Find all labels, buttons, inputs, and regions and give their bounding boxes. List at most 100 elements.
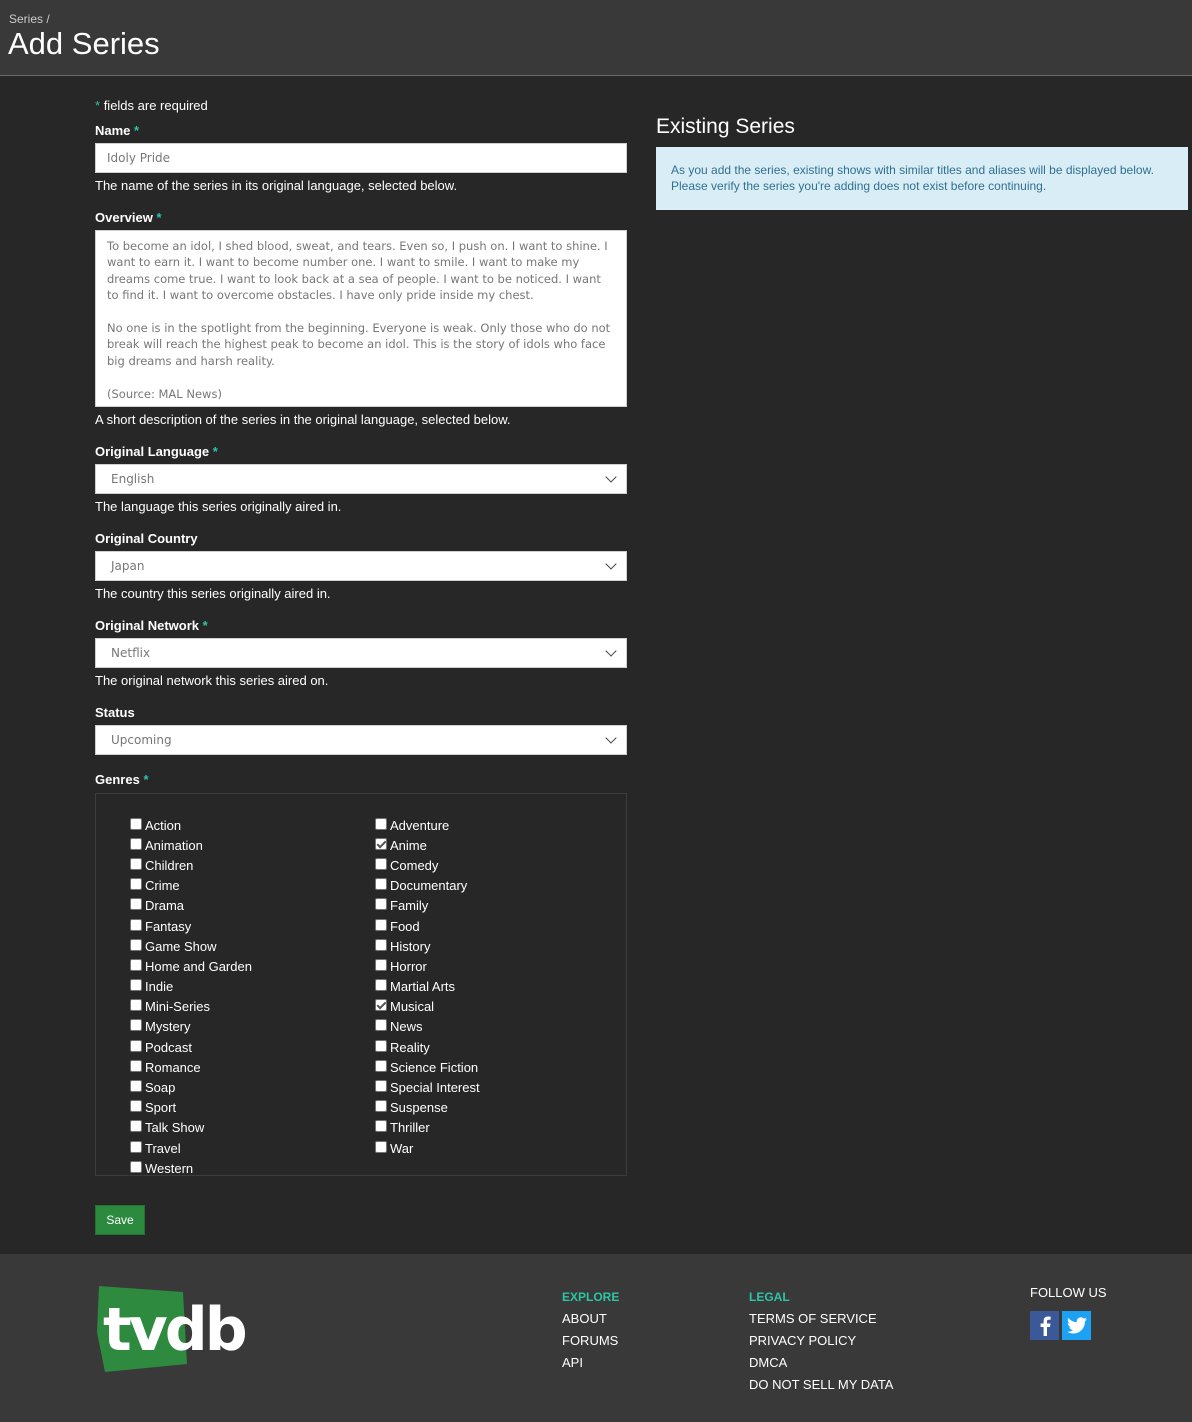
- genre-checkbox[interactable]: [375, 898, 387, 911]
- genre-option[interactable]: Horror: [375, 956, 480, 976]
- genre-checkbox[interactable]: [130, 878, 142, 891]
- breadcrumb[interactable]: Series /: [9, 12, 50, 26]
- twitter-icon[interactable]: [1062, 1311, 1091, 1340]
- genre-checkbox[interactable]: [130, 938, 142, 951]
- language-select[interactable]: English: [95, 464, 627, 494]
- genre-checkbox[interactable]: [375, 1039, 387, 1052]
- genre-option[interactable]: Podcast: [130, 1037, 252, 1057]
- genre-checkbox[interactable]: [375, 1080, 387, 1093]
- footer-link-terms[interactable]: TERMS OF SERVICE: [749, 1311, 893, 1333]
- genre-option[interactable]: Travel: [130, 1138, 252, 1158]
- genre-checkbox[interactable]: [130, 1080, 142, 1093]
- genre-option[interactable]: Musical: [375, 997, 480, 1017]
- genre-checkbox[interactable]: [375, 1140, 387, 1153]
- genre-checkbox[interactable]: [130, 1160, 142, 1173]
- genre-label: Horror: [390, 958, 427, 974]
- facebook-icon[interactable]: [1030, 1311, 1059, 1340]
- tvdb-logo[interactable]: tvdb: [95, 1284, 260, 1374]
- genre-option[interactable]: Thriller: [375, 1118, 480, 1138]
- genre-checkbox[interactable]: [375, 837, 387, 850]
- genre-option[interactable]: Comedy: [375, 855, 480, 875]
- genre-option[interactable]: Sport: [130, 1098, 252, 1118]
- genre-option[interactable]: War: [375, 1138, 480, 1158]
- genre-option[interactable]: Animation: [130, 835, 252, 855]
- genres-label: Genres *: [95, 772, 149, 787]
- genre-label: Talk Show: [145, 1120, 205, 1136]
- genre-option[interactable]: Action: [130, 815, 252, 835]
- status-select[interactable]: Upcoming: [95, 725, 627, 755]
- genre-checkbox[interactable]: [375, 1120, 387, 1133]
- genre-option[interactable]: Documentary: [375, 876, 480, 896]
- genre-option[interactable]: Mystery: [130, 1017, 252, 1037]
- genre-option[interactable]: Crime: [130, 876, 252, 896]
- footer-link-privacy[interactable]: PRIVACY POLICY: [749, 1333, 893, 1355]
- genre-checkbox[interactable]: [130, 898, 142, 911]
- footer-link-forums[interactable]: FORUMS: [562, 1333, 619, 1355]
- genre-checkbox[interactable]: [375, 938, 387, 951]
- overview-textarea[interactable]: To become an idol, I shed blood, sweat, …: [95, 230, 627, 407]
- genre-option[interactable]: History: [375, 936, 480, 956]
- network-select[interactable]: Netflix: [95, 638, 627, 668]
- genre-option[interactable]: Drama: [130, 896, 252, 916]
- genre-option[interactable]: Food: [375, 916, 480, 936]
- footer-link-dmca[interactable]: DMCA: [749, 1355, 893, 1377]
- genre-checkbox[interactable]: [130, 1019, 142, 1032]
- svg-text:tvdb: tvdb: [103, 1295, 246, 1365]
- genre-checkbox[interactable]: [130, 999, 142, 1012]
- genre-option[interactable]: Anime: [375, 835, 480, 855]
- genre-checkbox[interactable]: [130, 918, 142, 931]
- genre-checkbox[interactable]: [130, 1120, 142, 1133]
- genre-option[interactable]: Martial Arts: [375, 977, 480, 997]
- genre-option[interactable]: Special Interest: [375, 1077, 480, 1097]
- genre-option[interactable]: Home and Garden: [130, 956, 252, 976]
- genre-checkbox[interactable]: [130, 979, 142, 992]
- genre-option[interactable]: News: [375, 1017, 480, 1037]
- genre-option[interactable]: Game Show: [130, 936, 252, 956]
- genre-option[interactable]: Fantasy: [130, 916, 252, 936]
- genre-checkbox[interactable]: [130, 1140, 142, 1153]
- name-label: Name *: [95, 123, 140, 138]
- footer-link-about[interactable]: ABOUT: [562, 1311, 619, 1333]
- genre-checkbox[interactable]: [375, 979, 387, 992]
- genre-option[interactable]: Soap: [130, 1077, 252, 1097]
- genre-checkbox[interactable]: [375, 958, 387, 971]
- chevron-down-icon: [605, 471, 617, 483]
- genre-option[interactable]: Indie: [130, 977, 252, 997]
- genre-checkbox[interactable]: [130, 1039, 142, 1052]
- genre-option[interactable]: Romance: [130, 1057, 252, 1077]
- genre-label: Thriller: [390, 1120, 430, 1136]
- genre-label: Game Show: [145, 938, 217, 954]
- genres-column-left: Action Animation Children Crime Drama Fantasy…: [130, 815, 252, 1178]
- genre-option[interactable]: Science Fiction: [375, 1057, 480, 1077]
- genre-checkbox[interactable]: [375, 1059, 387, 1072]
- genre-checkbox[interactable]: [130, 837, 142, 850]
- country-select[interactable]: Japan: [95, 551, 627, 581]
- genre-option[interactable]: Reality: [375, 1037, 480, 1057]
- name-input[interactable]: Idoly Pride: [95, 143, 627, 173]
- genre-option[interactable]: Mini-Series: [130, 997, 252, 1017]
- genre-option[interactable]: Children: [130, 855, 252, 875]
- genre-checkbox[interactable]: [375, 1100, 387, 1113]
- genre-checkbox[interactable]: [130, 1059, 142, 1072]
- language-label: Original Language *: [95, 444, 218, 459]
- overview-field-block: Overview * To become an idol, I shed blo…: [95, 210, 627, 427]
- genre-checkbox[interactable]: [375, 857, 387, 870]
- genre-option[interactable]: Adventure: [375, 815, 480, 835]
- genre-option[interactable]: Family: [375, 896, 480, 916]
- genre-checkbox[interactable]: [375, 878, 387, 891]
- save-button[interactable]: Save: [95, 1205, 145, 1235]
- genre-checkbox[interactable]: [375, 1019, 387, 1032]
- genre-checkbox[interactable]: [375, 817, 387, 830]
- genre-checkbox[interactable]: [130, 1100, 142, 1113]
- network-label: Original Network *: [95, 618, 208, 633]
- genre-checkbox[interactable]: [130, 817, 142, 830]
- footer-link-do-not-sell[interactable]: DO NOT SELL MY DATA: [749, 1377, 893, 1399]
- footer-link-api[interactable]: API: [562, 1355, 619, 1377]
- genre-option[interactable]: Western: [130, 1158, 252, 1178]
- genre-option[interactable]: Talk Show: [130, 1118, 252, 1138]
- genre-option[interactable]: Suspense: [375, 1098, 480, 1118]
- genre-checkbox[interactable]: [375, 918, 387, 931]
- genre-checkbox[interactable]: [130, 857, 142, 870]
- genre-checkbox[interactable]: [130, 958, 142, 971]
- genre-checkbox[interactable]: [375, 999, 387, 1012]
